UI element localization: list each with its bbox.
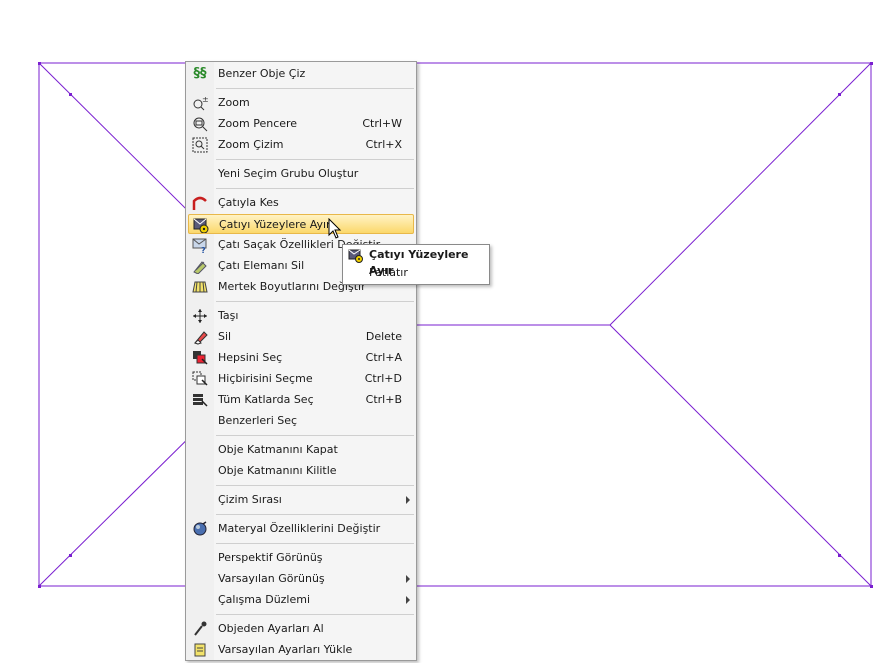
roof-eave-icon: ? [192,237,208,255]
submenu-arrow-icon [406,596,410,604]
menu-item-load-defaults[interactable]: Varsayılan Ayarları Yükle [188,640,414,660]
hip-line-bottom-right[interactable] [609,324,872,587]
select-none-icon [192,371,208,387]
menu-item-select-none[interactable]: Hiçbirisini Seçme Ctrl+D [188,369,414,389]
menu-item-new-selection-group[interactable]: Yeni Seçim Grubu Oluştur [188,164,414,184]
menu-item-drawing-order[interactable]: Çizim Sırası [188,490,414,510]
separator [216,435,414,436]
menu-item-roof-split[interactable]: Çatıyı Yüzeylere Ayır [188,214,414,234]
move-icon [192,308,208,324]
roof-split-icon [348,248,364,263]
menu-item-select-all[interactable]: Hepsini Seç Ctrl+A [188,348,414,368]
roof-element-delete-icon [192,258,208,275]
vertex-marker[interactable] [838,554,841,557]
vertex-marker[interactable] [38,62,41,65]
vertex-marker[interactable] [838,93,841,96]
load-defaults-icon [192,642,208,658]
vertex-marker[interactable] [69,93,72,96]
separator [216,514,414,515]
roof-plan-drawing [38,62,872,587]
eyedropper-icon [192,621,208,637]
menu-item-select-similar[interactable]: Benzerleri Seç [188,411,414,431]
menu-item-zoom[interactable]: ± Zoom [188,93,414,113]
menu-item-close-layer[interactable]: Obje Katmanını Kapat [188,440,414,460]
menu-item-roof-cut[interactable]: Çatıyla Kes [188,193,414,213]
separator [216,188,414,189]
menu-item-zoom-drawing[interactable]: Zoom Çizim Ctrl+X [188,135,414,155]
tooltip: Çatıyı Yüzeylere Ayır Patlatır [342,244,490,285]
menu-item-select-all-floors[interactable]: Tüm Katlarda Seç Ctrl+B [188,390,414,410]
drawing-canvas[interactable] [0,0,896,651]
similar-object-icon: §§ [193,66,207,81]
separator [216,88,414,89]
zoom-icon: ± [192,95,209,111]
vertex-marker[interactable] [870,62,873,65]
select-all-icon [192,350,208,366]
select-all-floors-icon [192,392,208,408]
menu-item-work-plane[interactable]: Çalışma Düzlemi [188,590,414,610]
separator [216,543,414,544]
submenu-arrow-icon [406,575,410,583]
rafter-icon [192,279,208,295]
svg-text:±: ± [202,95,208,104]
material-icon [192,521,208,537]
roof-split-icon [193,217,209,234]
menu-item-move[interactable]: Taşı [188,306,414,326]
menu-item-get-settings[interactable]: Objeden Ayarları Al [188,619,414,639]
tooltip-subtitle: Patlatır [369,266,408,279]
separator [216,485,414,486]
menu-item-perspective-view[interactable]: Perspektif Görünüş [188,548,414,568]
eraser-icon [192,329,208,345]
zoom-window-icon [192,116,208,132]
roof-cut-icon [192,195,208,211]
menu-item-zoom-window[interactable]: Zoom Pencere Ctrl+W [188,114,414,134]
submenu-arrow-icon [406,496,410,504]
mouse-cursor-icon [328,218,342,239]
zoom-drawing-icon [192,137,208,153]
vertex-marker[interactable] [69,554,72,557]
menu-item-lock-layer[interactable]: Obje Katmanını Kilitle [188,461,414,481]
separator [216,614,414,615]
menu-item-material[interactable]: Materyal Özelliklerini Değiştir [188,519,414,539]
context-menu: §§ Benzer Obje Çiz ± Zoom Zoom Pencere C… [185,61,417,661]
vertex-marker[interactable] [870,585,873,588]
separator [216,301,414,302]
separator [216,159,414,160]
menu-item-similar-object[interactable]: §§ Benzer Obje Çiz [188,64,414,84]
svg-text:?: ? [201,246,206,253]
menu-item-default-view[interactable]: Varsayılan Görünüş [188,569,414,589]
menu-item-delete[interactable]: Sil Delete [188,327,414,347]
hip-line-top-right[interactable] [609,62,872,326]
vertex-marker[interactable] [38,585,41,588]
